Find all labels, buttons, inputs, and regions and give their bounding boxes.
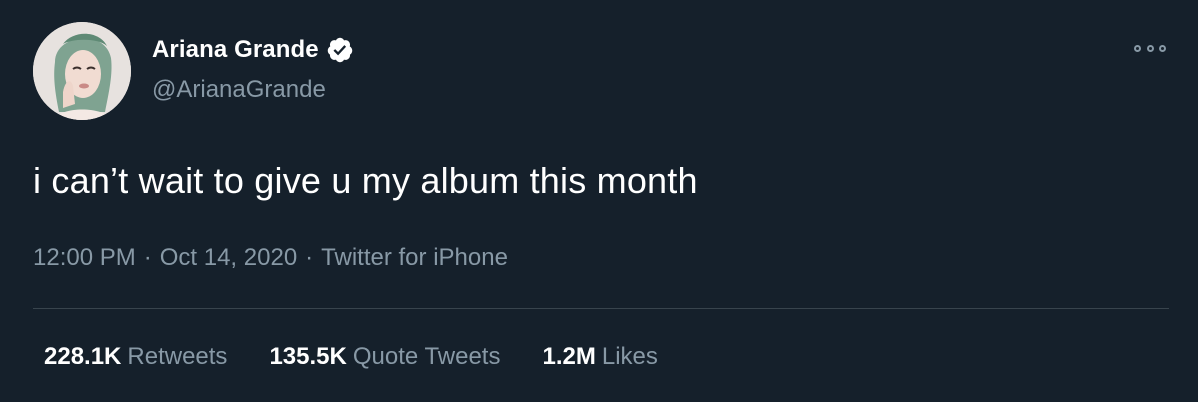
more-options-icon[interactable] bbox=[1134, 38, 1166, 58]
tweet-time[interactable]: 12:00 PM bbox=[33, 244, 136, 271]
retweets-label: Retweets bbox=[127, 343, 228, 370]
author-name-row: Ariana Grande bbox=[152, 33, 354, 67]
likes-label: Likes bbox=[601, 343, 658, 370]
avatar-image bbox=[33, 22, 131, 120]
quote-tweets-label: Quote Tweets bbox=[352, 343, 501, 370]
quote-tweets-count: 135.5K bbox=[269, 343, 347, 370]
tweet-meta: 12:00 PM · Oct 14, 2020 · Twitter for iPhone bbox=[33, 244, 508, 272]
retweets-count: 228.1K bbox=[44, 343, 122, 370]
tweet-date[interactable]: Oct 14, 2020 bbox=[160, 244, 297, 271]
meta-separator: · bbox=[305, 244, 314, 271]
more-dot bbox=[1134, 44, 1141, 52]
divider bbox=[33, 308, 1169, 309]
likes-count: 1.2M bbox=[542, 343, 596, 370]
author-handle[interactable]: @ArianaGrande bbox=[152, 76, 326, 104]
more-dot bbox=[1159, 44, 1166, 52]
tweet-card: Ariana Grande @ArianaGrande i can’t wait… bbox=[0, 0, 1198, 402]
meta-separator: · bbox=[143, 244, 152, 271]
author-avatar[interactable] bbox=[33, 22, 131, 120]
verified-badge-icon bbox=[326, 36, 354, 64]
retweets-stat[interactable]: 228.1K Retweets bbox=[44, 343, 227, 371]
tweet-stats: 228.1K Retweets 135.5K Quote Tweets 1.2M Li… bbox=[44, 343, 658, 371]
quote-tweets-stat[interactable]: 135.5K Quote Tweets bbox=[269, 343, 500, 371]
author-display-name[interactable]: Ariana Grande bbox=[152, 36, 319, 64]
more-dot bbox=[1146, 44, 1154, 52]
likes-stat[interactable]: 1.2M Likes bbox=[542, 343, 657, 371]
tweet-text: i can’t wait to give u my album this mon… bbox=[33, 160, 698, 201]
tweet-source[interactable]: Twitter for iPhone bbox=[321, 244, 508, 271]
